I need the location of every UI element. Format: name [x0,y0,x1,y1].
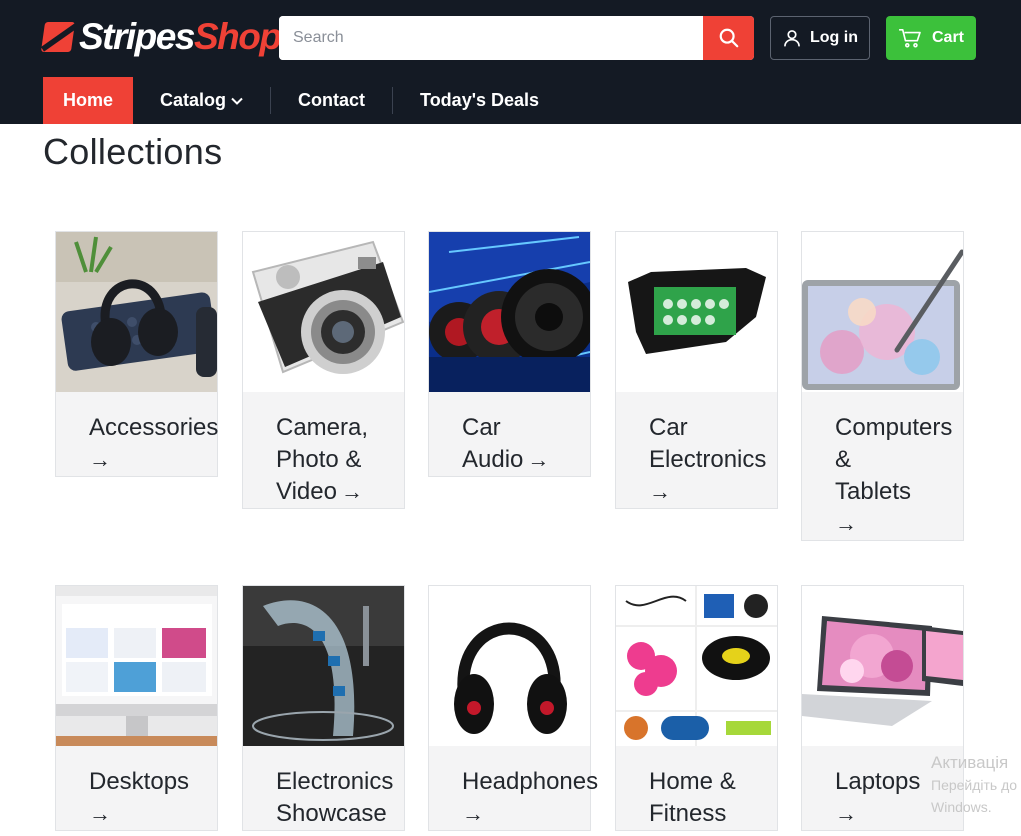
collection-card-accessories[interactable]: Accessories → [55,231,218,477]
chevron-down-icon [231,97,243,105]
search-icon [719,28,738,48]
nav-contact[interactable]: Contact [271,77,392,124]
cart-icon [899,29,921,48]
collection-card-car-electronics[interactable]: Car Electronics → [615,231,778,509]
nav-home[interactable]: Home [43,77,134,124]
nav-catalog-label: Catalog [160,90,227,110]
collection-label: Camera, Photo & Video → [243,392,404,508]
collection-card-headphones[interactable]: Headphones → [428,585,598,831]
logo-text-stripes: Stripes [79,16,195,57]
nav-catalog[interactable]: Catalog [133,77,270,124]
showcase-image [243,586,404,746]
collection-label: Desktops → [56,746,217,830]
collection-card-computers-tablets[interactable]: Computers & Tablets → [801,231,964,541]
nav-home-label: Home [63,90,114,110]
collection-label: Electronics Showcase [276,768,394,827]
headphones-image [429,586,590,746]
site-header: StripesShop Log in Cart Home Catalog Con… [0,0,1021,124]
page-title: Collections [43,131,223,172]
arrow-right-icon: → [340,479,363,504]
arrow-right-icon: → [462,801,484,826]
collection-card-camera-photo-video[interactable]: Camera, Photo & Video → [242,231,405,509]
search-bar [279,16,754,60]
arrow-right-icon: → [649,479,671,504]
collection-label: Accessories → [56,392,218,476]
collection-label: Car Audio → [429,392,590,476]
arrow-right-icon: → [835,801,857,826]
user-icon [784,30,800,47]
arrow-right-icon: → [527,447,550,472]
collection-label: Home & Fitness [649,768,736,827]
collection-card-home-fitness[interactable]: Home & Fitness [615,585,778,831]
car-audio-image [429,232,590,392]
desktop-image [56,586,217,746]
car-electronics-image [616,232,777,392]
nav-contact-label: Contact [298,90,366,110]
arrow-right-icon: → [835,511,857,536]
windows-activation-watermark: Активація Перейдіть до Windows. [931,753,1018,815]
tablet-image [802,232,963,392]
nav-deals-label: Today's Deals [420,90,540,110]
search-input[interactable] [279,16,703,60]
cart-button[interactable]: Cart [886,16,976,60]
collection-label: Car Electronics → [616,392,777,508]
collection-label: Headphones → [429,746,598,830]
arrow-right-icon: → [89,447,111,472]
site-logo[interactable]: StripesShop [40,14,282,60]
search-button[interactable] [703,16,754,60]
nav-todays-deals[interactable]: Today's Deals [393,77,566,124]
collection-card-electronics-showcase[interactable]: Electronics Showcase [242,585,405,831]
accessories-image [56,232,217,392]
arrow-right-icon: → [89,801,111,826]
login-button[interactable]: Log in [770,16,870,60]
collection-card-desktops[interactable]: Desktops → [55,585,218,831]
fitness-image [616,586,777,746]
collection-card-car-audio[interactable]: Car Audio → [428,231,591,477]
login-label: Log in [810,29,858,46]
logo-mark-icon [40,22,76,52]
collection-label: Computers & Tablets → [802,392,963,540]
laptops-image [802,586,963,746]
camera-image [243,232,404,392]
logo-text-shop: Shop [193,16,282,57]
cart-label: Cart [931,29,964,46]
main-nav: Home Catalog Contact Today's Deals [43,77,566,124]
